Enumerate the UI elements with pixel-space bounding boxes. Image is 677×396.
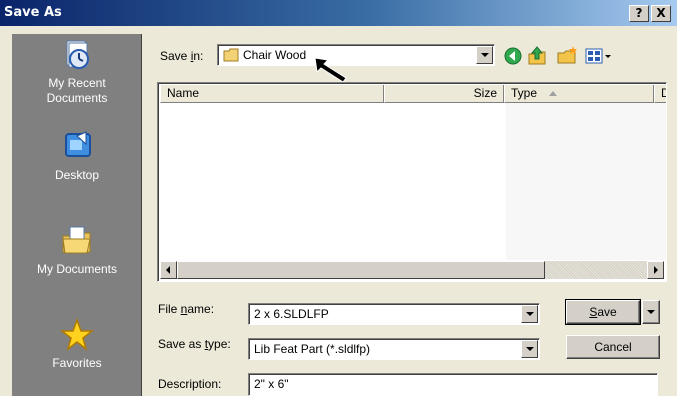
- column-header-name[interactable]: Name: [160, 85, 384, 103]
- save-button-label: ave: [597, 305, 617, 319]
- place-label: Favorites: [52, 356, 102, 370]
- scroll-left-button[interactable]: [160, 261, 177, 279]
- cancel-button[interactable]: Cancel: [566, 335, 660, 359]
- place-desktop[interactable]: Desktop: [12, 130, 142, 183]
- window-title: Save As: [4, 5, 62, 20]
- file-name-dropdown-arrow[interactable]: [521, 305, 538, 323]
- my-documents-icon: [62, 226, 91, 254]
- save-as-type-value: Lib Feat Part (*.sldlfp): [254, 342, 371, 356]
- place-my-recent-documents[interactable]: My Recent Documents: [12, 38, 142, 106]
- recent-documents-icon: [66, 40, 89, 69]
- description-label: Description:: [158, 377, 222, 391]
- title-bar[interactable]: Save As ? X: [0, 0, 677, 26]
- save-in-value: Chair Wood: [243, 48, 307, 62]
- new-folder-icon[interactable]: [556, 45, 578, 67]
- help-button[interactable]: ?: [629, 5, 649, 22]
- save-as-type-label: Save as type:: [158, 337, 231, 351]
- place-favorites[interactable]: Favorites: [12, 318, 142, 371]
- save-in-dropdown[interactable]: Chair Wood: [217, 44, 495, 66]
- save-as-type-dropdown-arrow[interactable]: [521, 340, 538, 358]
- file-name-input[interactable]: 2 x 6.SLDLFP: [248, 303, 540, 325]
- up-folder-icon[interactable]: [526, 45, 548, 67]
- save-in-dropdown-arrow[interactable]: [476, 46, 493, 64]
- favorites-icon: [60, 318, 94, 351]
- column-header-extra[interactable]: D: [654, 85, 666, 103]
- description-input[interactable]: 2" x 6": [248, 373, 658, 396]
- scroll-right-button[interactable]: [647, 261, 664, 279]
- back-icon[interactable]: [502, 45, 524, 67]
- file-name-value: 2 x 6.SLDLFP: [254, 307, 329, 321]
- column-header-type[interactable]: Type: [504, 85, 654, 103]
- sort-ascending-icon: [549, 91, 558, 96]
- column-header-type-label: Type: [511, 86, 538, 100]
- places-bar: My Recent Documents Desktop My Documents…: [12, 34, 142, 396]
- place-label: My Documents: [36, 262, 118, 276]
- place-label: Desktop: [54, 168, 100, 182]
- horizontal-scrollbar[interactable]: [160, 261, 664, 279]
- save-in-label: Save in:: [160, 49, 204, 63]
- save-options-dropdown[interactable]: [642, 300, 660, 324]
- sorted-column-highlight: [506, 103, 666, 260]
- folder-icon: [223, 48, 239, 62]
- close-button[interactable]: X: [651, 5, 671, 22]
- description-value: 2" x 6": [254, 377, 289, 391]
- place-my-documents[interactable]: My Documents: [12, 224, 142, 277]
- save-button[interactable]: Save: [565, 299, 641, 325]
- file-list[interactable]: Name Size Type D: [157, 82, 667, 282]
- scroll-right-icon: [654, 266, 658, 274]
- views-menu-icon[interactable]: [584, 45, 614, 67]
- save-as-type-dropdown[interactable]: Lib Feat Part (*.sldlfp): [248, 338, 540, 360]
- file-name-label: File name:: [158, 302, 215, 316]
- place-label: My Recent: [48, 76, 106, 90]
- scroll-thumb[interactable]: [177, 261, 545, 279]
- scroll-left-icon: [166, 266, 170, 274]
- column-header-size[interactable]: Size: [384, 85, 504, 103]
- place-label: Documents: [46, 91, 108, 105]
- desktop-icon: [65, 131, 91, 157]
- chevron-down-icon: [647, 310, 655, 314]
